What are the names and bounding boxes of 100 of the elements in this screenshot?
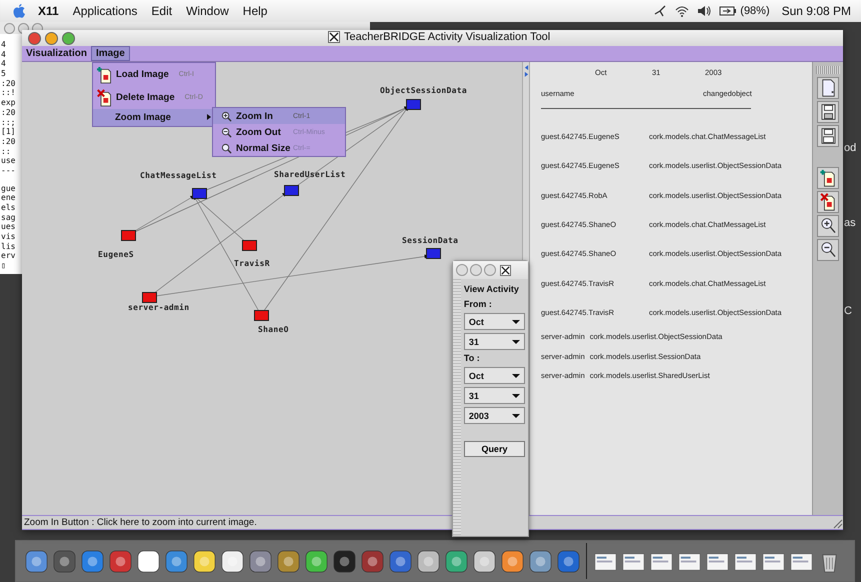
terminal-line: lis <box>1 242 16 252</box>
graph-node[interactable] <box>426 248 441 259</box>
window-title: TeacherBRIDGE Activity Visualization Tool <box>344 31 550 43</box>
terminal-line: :20 <box>1 78 16 88</box>
node-label: ChatMessageList <box>140 171 217 180</box>
terminal-line: sag <box>1 212 16 222</box>
terminal-line: vis <box>1 232 16 242</box>
image-file-icon <box>97 66 113 84</box>
app-icon[interactable] <box>416 548 440 574</box>
field-label: To : <box>464 353 481 363</box>
window-text: od <box>844 142 856 154</box>
terminal-line: ene <box>1 193 16 203</box>
app-icon[interactable] <box>276 548 300 574</box>
terminal-line: ::; <box>1 118 16 128</box>
node-label: server-admin <box>128 303 190 312</box>
graph-node[interactable] <box>254 310 269 321</box>
terminal-line: gue <box>1 184 16 194</box>
dropdown[interactable]: 31 <box>464 387 525 404</box>
x-icon <box>500 264 511 276</box>
terminal-line: exp <box>1 98 16 108</box>
save-button[interactable] <box>817 101 839 123</box>
menu[interactable]: Image <box>90 46 130 61</box>
terminal-line: ues <box>1 222 16 232</box>
battery-icon[interactable] <box>719 6 738 16</box>
dialog-heading: View Activity <box>464 284 520 294</box>
terminal-line: :: <box>1 146 12 156</box>
terminal-line: erv <box>1 251 16 262</box>
app-icon[interactable] <box>528 548 552 574</box>
menu-item[interactable]: Applications <box>72 4 138 18</box>
magnifier-icon <box>221 110 232 122</box>
graph-node[interactable] <box>142 292 157 303</box>
terminal-line: 5 <box>1 69 7 79</box>
app-icon[interactable] <box>444 548 468 574</box>
menu-item[interactable]: Edit <box>151 4 172 18</box>
dropdown[interactable]: 2003 <box>464 407 525 424</box>
zoom-in-button[interactable] <box>817 215 839 237</box>
terminal-line: 4 <box>1 40 7 50</box>
app-icon[interactable] <box>80 548 104 574</box>
x-icon <box>328 31 340 43</box>
terminal-line: use <box>1 156 16 166</box>
app-icon[interactable] <box>248 548 272 574</box>
zoom-out-button[interactable] <box>817 239 839 261</box>
app-icon[interactable] <box>164 548 188 574</box>
terminal-line: ▯ <box>1 261 7 271</box>
node-label: SessionData <box>402 236 458 245</box>
dropdown[interactable]: Oct <box>464 367 525 384</box>
new-document-button[interactable] <box>817 77 839 99</box>
toolbar-grip[interactable] <box>816 66 840 74</box>
collapse-arrows-icon[interactable] <box>524 64 528 78</box>
window-text: as <box>844 217 856 229</box>
zoom-button[interactable] <box>62 32 75 44</box>
minimize-button[interactable] <box>45 32 58 44</box>
menu[interactable]: Visualization <box>22 47 91 60</box>
dropdown[interactable]: 31 <box>464 333 525 350</box>
battery-percent: (98%) <box>740 5 770 17</box>
app-icon[interactable] <box>472 548 496 574</box>
graph-node[interactable] <box>121 230 136 241</box>
graph-node[interactable] <box>242 240 257 251</box>
clock[interactable]: Sun 9:08 PM <box>782 4 851 18</box>
app-icon[interactable] <box>136 548 160 574</box>
app-icon[interactable] <box>24 548 48 574</box>
terminal-line: ::! <box>1 88 16 98</box>
terminal-line: els <box>1 203 16 213</box>
delete-image-button[interactable] <box>817 191 839 213</box>
magnifier-icon <box>221 142 232 154</box>
window-text: C <box>844 305 852 317</box>
graph-node[interactable] <box>406 99 421 110</box>
app-icon[interactable] <box>220 548 244 574</box>
menu-item[interactable]: Help <box>242 4 268 18</box>
graph-node[interactable] <box>192 188 207 199</box>
graph-node[interactable] <box>284 185 299 196</box>
node-label: SharedUserList <box>274 170 346 179</box>
node-label: TravisR <box>234 259 270 268</box>
node-label: EugeneS <box>98 250 134 259</box>
node-label: ObjectSessionData <box>380 86 467 95</box>
query-button[interactable]: Query <box>464 441 525 457</box>
terminal-line: --- <box>1 166 16 176</box>
dropdown[interactable]: Oct <box>464 313 525 330</box>
menu-item[interactable]: X11 <box>38 4 59 18</box>
volume-icon[interactable] <box>697 4 712 18</box>
magnifier-icon <box>221 126 232 138</box>
app-icon[interactable] <box>556 548 580 574</box>
app-icon[interactable] <box>500 548 524 574</box>
menu-item[interactable]: Zoom Image <box>93 109 215 126</box>
resize-grip-icon[interactable] <box>831 516 843 528</box>
app-icon[interactable] <box>388 548 412 574</box>
terminal-line: [1] <box>1 127 16 137</box>
bluetooth-icon[interactable] <box>653 4 668 18</box>
apple-icon[interactable] <box>12 3 26 19</box>
menu-item[interactable]: Window <box>186 4 229 18</box>
save-as-button[interactable] <box>817 125 839 147</box>
wifi-icon[interactable] <box>675 4 690 18</box>
load-image-button[interactable] <box>817 167 839 189</box>
app-icon[interactable] <box>192 548 216 574</box>
delete-file-icon <box>97 88 113 106</box>
terminal-line: :20 <box>1 136 16 147</box>
node-label: ShaneO <box>258 325 289 334</box>
close-button[interactable] <box>28 32 41 44</box>
app-icon[interactable] <box>304 548 328 574</box>
terminal-line: :20 <box>1 108 16 118</box>
